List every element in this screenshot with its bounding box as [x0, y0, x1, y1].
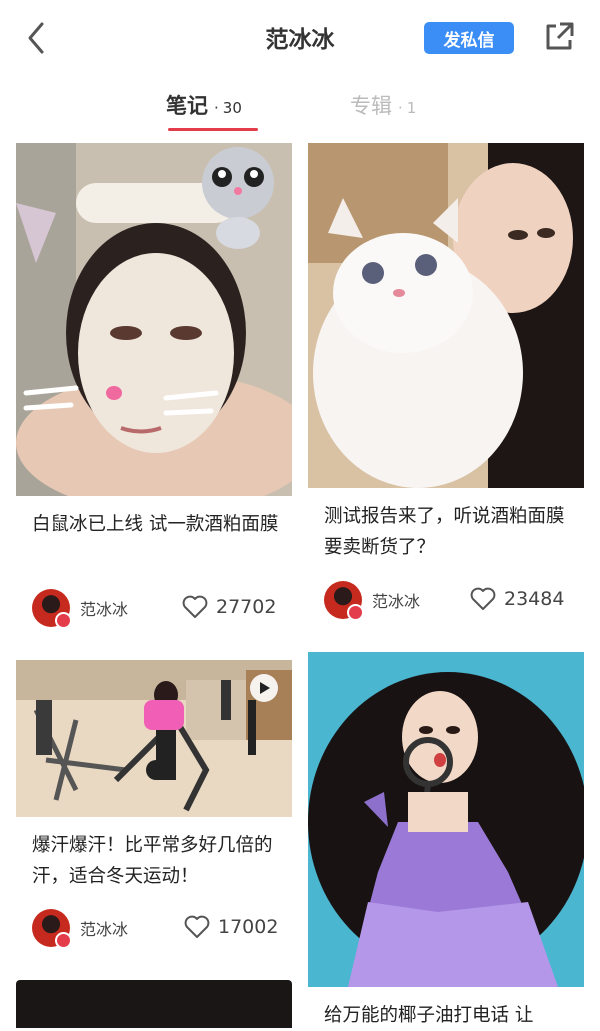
heart-icon: [184, 915, 210, 938]
note-author[interactable]: 范冰冰: [32, 589, 129, 629]
avatar: [32, 909, 72, 949]
send-message-button[interactable]: 发私信: [424, 22, 514, 54]
share-icon[interactable]: [542, 20, 576, 54]
avatar: [32, 589, 72, 629]
play-icon[interactable]: [250, 674, 278, 702]
note-author[interactable]: 范冰冰: [32, 909, 129, 949]
tab-notes[interactable]: 笔记 · 30: [166, 90, 242, 120]
note-cover-image: [16, 980, 292, 1028]
note-caption: 白鼠冰已上线 试一款酒粕面膜: [32, 514, 279, 535]
note-author[interactable]: 范冰冰: [324, 581, 421, 621]
tab-albums[interactable]: 专辑 · 1: [350, 90, 416, 120]
note-card[interactable]: 白鼠冰已上线 试一款酒粕面膜 范冰冰 27702: [16, 143, 292, 643]
note-card[interactable]: [16, 980, 292, 1028]
tab-notes-separator: ·: [214, 99, 219, 117]
note-card[interactable]: 给万能的椰子油打电话 让: [308, 652, 584, 1028]
tab-notes-label: 笔记: [166, 94, 208, 118]
tab-albums-separator: ·: [398, 99, 403, 117]
like-count: 17002: [218, 916, 279, 938]
author-name: 范冰冰: [372, 592, 421, 611]
note-caption: 测试报告来了，听说酒粕面膜要卖断货了？: [324, 506, 565, 558]
tab-albums-count: 1: [406, 99, 417, 117]
author-name: 范冰冰: [80, 600, 129, 619]
avatar: [324, 581, 364, 621]
heart-icon: [182, 595, 208, 618]
like-button[interactable]: 17002: [184, 915, 278, 939]
note-cover-image: [308, 652, 584, 987]
tab-albums-label: 专辑: [350, 94, 392, 118]
verified-badge-icon: [55, 612, 72, 629]
active-tab-indicator: [168, 128, 258, 131]
heart-icon: [470, 587, 496, 610]
note-card[interactable]: 测试报告来了，听说酒粕面膜要卖断货了？ 范冰冰 23484: [308, 143, 584, 643]
note-caption: 爆汗爆汗！比平常多好几倍的汗，适合冬天运动！: [32, 835, 273, 887]
note-card[interactable]: 爆汗爆汗！比平常多好几倍的汗，适合冬天运动！ 范冰冰 17002: [16, 660, 292, 965]
like-button[interactable]: 23484: [470, 587, 564, 611]
note-cover-image: [308, 143, 584, 488]
like-count: 23484: [504, 588, 565, 610]
note-caption: 给万能的椰子油打电话 让: [324, 1005, 534, 1026]
like-count: 27702: [216, 596, 277, 618]
top-bar: 范冰冰 发私信: [0, 0, 600, 76]
verified-badge-icon: [347, 604, 364, 621]
author-name: 范冰冰: [80, 920, 129, 939]
note-cover-image: [16, 143, 292, 496]
verified-badge-icon: [55, 932, 72, 949]
tab-bar: 笔记 · 30 专辑 · 1: [0, 90, 600, 138]
tab-notes-count: 30: [222, 99, 242, 117]
like-button[interactable]: 27702: [182, 595, 276, 619]
